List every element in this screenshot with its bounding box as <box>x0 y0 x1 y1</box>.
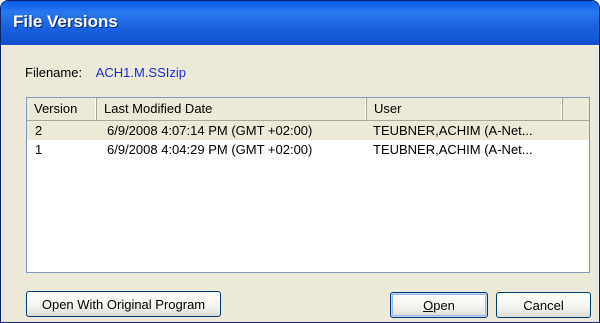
open-button[interactable]: Open <box>390 292 488 318</box>
list-rows: 2 6/9/2008 4:07:14 PM (GMT +02:00) TEUBN… <box>27 121 589 159</box>
date-cell: 6/9/2008 4:07:14 PM (GMT +02:00) <box>107 123 313 138</box>
cancel-button[interactable]: Cancel <box>496 292 591 318</box>
open-button-label-rest: pen <box>433 297 455 313</box>
open-button-mnemonic: O <box>423 297 434 313</box>
filename-value: ACH1.M.SSIzip <box>95 65 187 80</box>
list-header: Version Last Modified Date User <box>27 98 589 121</box>
column-header-user[interactable]: User <box>367 98 563 120</box>
file-versions-dialog: File Versions Filename: ACH1.M.SSIzip Ve… <box>0 0 600 323</box>
title-bar[interactable]: File Versions <box>1 1 599 45</box>
column-header-version[interactable]: Version <box>27 98 97 120</box>
user-cell: TEUBNER,ACHIM (A-Net... <box>373 142 533 157</box>
column-header-spare <box>563 98 589 120</box>
dialog-title: File Versions <box>13 12 118 31</box>
version-cell: 2 <box>35 123 43 138</box>
column-header-last-modified-date[interactable]: Last Modified Date <box>97 98 367 120</box>
version-cell: 1 <box>35 142 43 157</box>
versions-list[interactable]: Version Last Modified Date User 2 6/9/20… <box>26 97 590 273</box>
table-row[interactable]: 2 6/9/2008 4:07:14 PM (GMT +02:00) TEUBN… <box>27 121 589 140</box>
open-with-original-program-button[interactable]: Open With Original Program <box>26 291 221 317</box>
filename-label: Filename: <box>25 65 83 80</box>
date-cell: 6/9/2008 4:04:29 PM (GMT +02:00) <box>107 142 313 157</box>
table-row[interactable]: 1 6/9/2008 4:04:29 PM (GMT +02:00) TEUBN… <box>27 140 589 159</box>
user-cell: TEUBNER,ACHIM (A-Net... <box>373 123 533 138</box>
filename-row: Filename: ACH1.M.SSIzip <box>25 65 186 80</box>
